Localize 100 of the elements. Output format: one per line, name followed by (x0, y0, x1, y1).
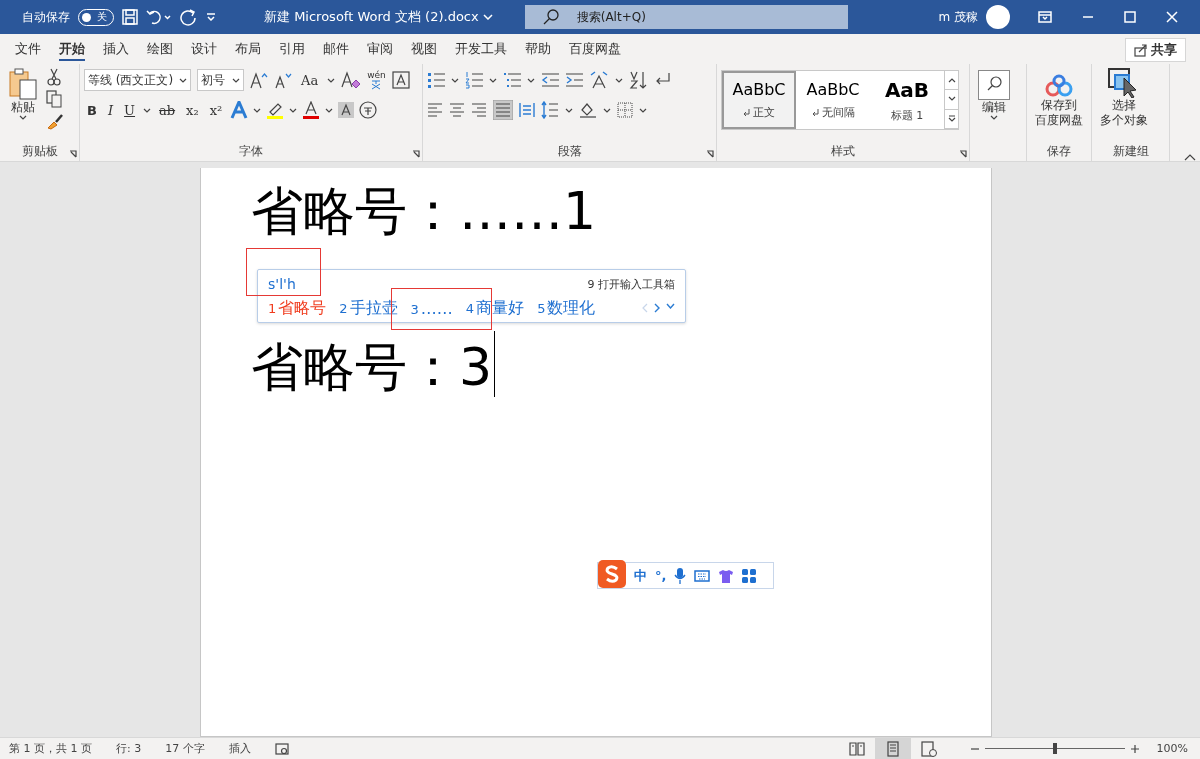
avatar[interactable] (986, 5, 1010, 29)
dropdown-caret-icon[interactable] (489, 77, 497, 83)
sort-icon[interactable] (629, 71, 647, 89)
maximize-icon[interactable] (1124, 11, 1136, 23)
dropdown-caret-icon[interactable] (527, 77, 535, 83)
dropdown-caret-icon[interactable] (603, 107, 611, 113)
highlighter-icon[interactable] (266, 101, 285, 119)
zoom-slider[interactable] (984, 743, 1125, 754)
copy-icon[interactable] (46, 90, 62, 108)
font-name-dropdown[interactable]: 等线 (西文正文) (84, 69, 191, 91)
ribbon-tab[interactable]: 绘图 (138, 34, 182, 64)
line-spacing-icon[interactable] (541, 101, 559, 119)
dropdown-caret-icon[interactable] (289, 107, 298, 113)
search-field[interactable]: 搜索(Alt+Q) (524, 5, 848, 29)
shading-icon[interactable] (579, 101, 597, 119)
phonetic-guide-button[interactable]: wén (367, 70, 386, 90)
italic-button[interactable]: I (104, 99, 117, 121)
ribbon-tab[interactable]: 引用 (270, 34, 314, 64)
dropdown-caret-icon[interactable] (451, 77, 459, 83)
dropdown-caret-icon[interactable] (639, 107, 647, 113)
bold-button[interactable]: B (84, 99, 100, 121)
dropdown-caret-icon[interactable] (327, 77, 336, 83)
apps-grid-icon[interactable] (742, 568, 757, 583)
collapse-ribbon-icon[interactable] (1184, 153, 1196, 161)
dropdown-caret-icon[interactable] (325, 107, 334, 113)
ribbon-tab[interactable]: 开始 (50, 34, 94, 64)
zoom-in-icon[interactable] (1130, 744, 1139, 753)
ime-candidate[interactable]: 3…… (410, 298, 453, 318)
multilevel-list-icon[interactable] (503, 71, 521, 89)
dropdown-caret-icon[interactable] (615, 77, 623, 83)
superscript-button[interactable]: x² (206, 99, 226, 121)
ime-candidate[interactable]: 5数理化 (537, 297, 596, 319)
scissors-icon[interactable] (46, 68, 62, 86)
scroll-down-icon[interactable] (947, 96, 956, 103)
shrink-font-icon[interactable] (274, 71, 292, 89)
microphone-icon[interactable] (674, 567, 687, 584)
ribbon-tab[interactable]: 视图 (402, 34, 446, 64)
clear-formatting-icon[interactable] (341, 71, 362, 89)
underline-button[interactable]: U (121, 99, 139, 121)
close-icon[interactable] (1166, 11, 1178, 23)
next-page-icon[interactable] (654, 303, 660, 313)
paintbrush-icon[interactable] (46, 112, 64, 130)
chevron-down-icon[interactable] (482, 14, 493, 20)
dialog-launcher-icon[interactable] (412, 150, 420, 158)
text-effects-icon[interactable] (230, 101, 249, 119)
style-option[interactable]: AaBbC 无间隔 (796, 71, 870, 129)
font-color-icon[interactable] (302, 101, 321, 119)
grow-font-icon[interactable] (250, 71, 268, 89)
font-size-dropdown[interactable]: 初号 (197, 69, 244, 91)
editing-button[interactable]: 编辑 (974, 70, 1014, 161)
ime-candidate[interactable]: 1 省略号 (268, 297, 327, 319)
share-button[interactable]: 共享 (1125, 38, 1186, 62)
subscript-button[interactable]: x₂ (183, 99, 202, 121)
distributed-icon[interactable] (519, 102, 535, 118)
scroll-up-icon[interactable] (947, 76, 956, 84)
redo-icon[interactable] (180, 8, 198, 26)
save-icon[interactable] (122, 9, 138, 25)
dropdown-caret-icon[interactable] (143, 107, 152, 113)
ribbon-tab[interactable]: 文件 (6, 34, 50, 64)
ribbon-tab[interactable]: 布局 (226, 34, 270, 64)
customize-toolbar-icon[interactable] (206, 13, 216, 21)
punctuation-toggle[interactable]: °, (655, 568, 667, 583)
dialog-launcher-icon[interactable] (69, 150, 77, 158)
paste-button[interactable]: 粘贴 (4, 68, 42, 143)
input-mode-toggle[interactable]: 中 (634, 566, 647, 585)
select-objects-button[interactable]: 选择 多个对象 (1096, 68, 1152, 143)
style-option[interactable]: AaBbC 正文 (722, 71, 796, 129)
character-border-icon[interactable] (391, 71, 410, 89)
dialog-launcher-icon[interactable] (959, 150, 967, 158)
ribbon-tab[interactable]: 帮助 (516, 34, 560, 64)
ribbon-tab[interactable]: 邮件 (314, 34, 358, 64)
style-option[interactable]: AaB 标题 1 (870, 71, 944, 129)
zoom-slider-thumb[interactable] (1052, 743, 1057, 754)
change-case-button[interactable]: Aa (298, 69, 322, 91)
dialog-launcher-icon[interactable] (706, 150, 714, 158)
character-shading-icon[interactable] (338, 102, 355, 118)
ribbon-tab[interactable]: 百度网盘 (560, 34, 630, 64)
keyboard-icon[interactable] (694, 569, 711, 582)
ribbon-tab[interactable]: 开发工具 (446, 34, 516, 64)
more-styles-icon[interactable] (947, 115, 956, 123)
save-to-cloud-button[interactable]: 保存到 百度网盘 (1031, 74, 1087, 143)
increase-indent-icon[interactable] (565, 71, 583, 89)
ime-toolbox-link[interactable]: 9 打开输入工具箱 (587, 276, 675, 292)
enclosed-character-icon[interactable] (359, 101, 378, 119)
dropdown-caret-icon[interactable] (253, 107, 262, 113)
strikethrough-button[interactable]: ab (156, 99, 179, 121)
macro-record-icon[interactable] (274, 742, 289, 755)
decrease-indent-icon[interactable] (541, 71, 559, 89)
dropdown-caret-icon[interactable] (565, 107, 573, 113)
asian-layout-icon[interactable] (589, 71, 609, 89)
expand-icon[interactable] (666, 303, 675, 309)
bullets-icon[interactable] (427, 71, 445, 89)
ribbon-display-icon[interactable] (1038, 11, 1052, 23)
ribbon-tab[interactable]: 设计 (182, 34, 226, 64)
tshirt-icon[interactable] (718, 568, 735, 583)
view-button[interactable] (874, 738, 911, 759)
ribbon-tab[interactable]: 插入 (94, 34, 138, 64)
undo-icon[interactable] (146, 9, 172, 25)
document-title[interactable]: 新建 Microsoft Word 文档 (2).docx (264, 8, 493, 26)
ribbon-tab[interactable]: 审阅 (358, 34, 402, 64)
